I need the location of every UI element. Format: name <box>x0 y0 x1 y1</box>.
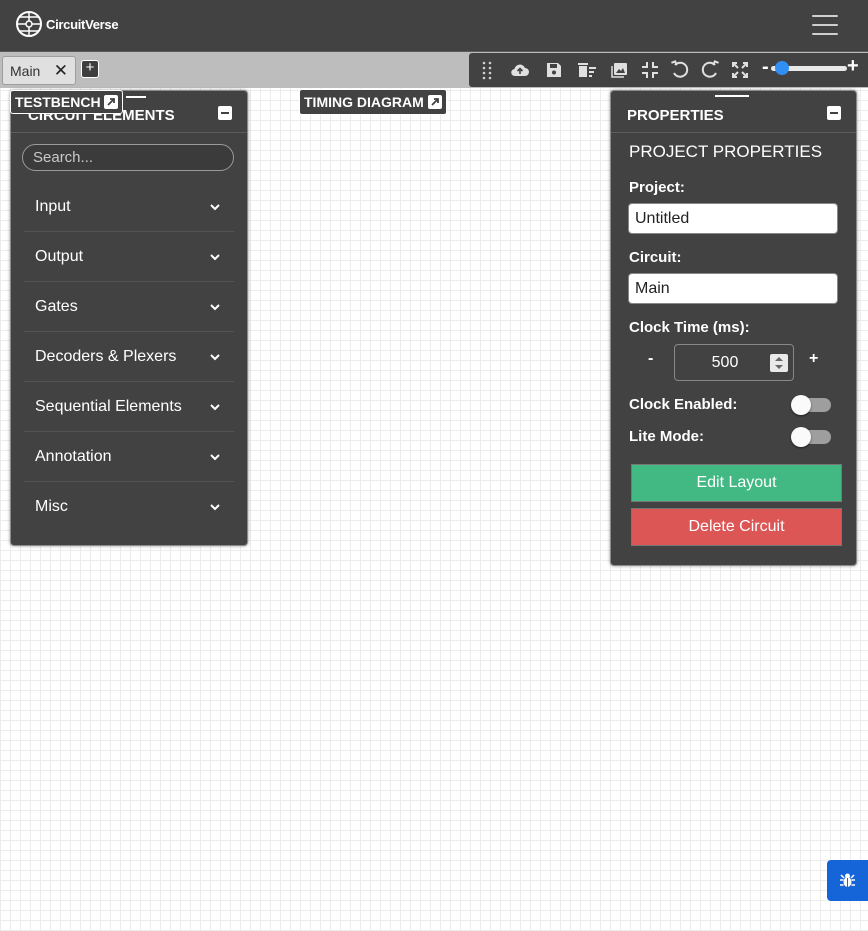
redo-icon[interactable] <box>700 60 720 80</box>
chevron-down-icon <box>210 304 220 311</box>
category-misc[interactable]: Misc <box>24 482 234 532</box>
chevron-down-icon <box>210 404 220 411</box>
spinner-arrows-icon[interactable] <box>770 354 788 372</box>
properties-drag-handle[interactable] <box>715 95 749 97</box>
category-label: Input <box>35 198 71 215</box>
chevron-down-icon <box>210 354 220 361</box>
open-external-icon <box>427 95 442 109</box>
zoom-slider-thumb[interactable] <box>775 61 789 75</box>
bug-icon <box>840 873 855 887</box>
testbench-drag-handle[interactable] <box>126 96 146 98</box>
cloud-upload-icon[interactable] <box>510 60 530 80</box>
open-external-icon <box>103 95 118 109</box>
category-label: Output <box>35 248 84 265</box>
clock-time-value: 500 <box>711 354 739 371</box>
chevron-down-icon <box>210 254 220 261</box>
category-input[interactable]: Input <box>24 182 234 232</box>
lite-mode-label: Lite Mode: <box>629 428 704 445</box>
circuitverse-logo-icon <box>16 11 42 37</box>
plus-icon: + <box>85 59 95 76</box>
category-list: Input Output Gates Decoders & Plexers Se… <box>24 182 234 532</box>
category-decoders-plexers[interactable]: Decoders & Plexers <box>24 332 234 382</box>
delete-circuit-button[interactable]: Delete Circuit <box>631 508 842 546</box>
chevron-down-icon <box>210 454 220 461</box>
category-label: Decoders & Plexers <box>35 348 177 365</box>
report-bug-button[interactable] <box>827 860 868 901</box>
clock-enabled-label: Clock Enabled: <box>629 396 738 413</box>
category-label: Annotation <box>35 448 112 465</box>
clock-decrement-button[interactable]: - <box>648 350 653 368</box>
project-label: Project: <box>629 179 685 196</box>
category-output[interactable]: Output <box>24 232 234 282</box>
circuit-elements-panel: CIRCUIT ELEMENTS Input Output Gates Deco… <box>10 90 248 546</box>
fit-screen-icon[interactable] <box>640 60 660 80</box>
timing-diagram-label: TIMING DIAGRAM <box>304 94 424 110</box>
logo-text: CircuitVerse <box>46 16 119 32</box>
category-annotation[interactable]: Annotation <box>24 432 234 482</box>
search-input[interactable] <box>22 144 234 171</box>
category-label: Misc <box>35 498 68 515</box>
category-gates[interactable]: Gates <box>24 282 234 332</box>
image-icon[interactable] <box>610 60 630 80</box>
tab-label: Main <box>10 62 41 79</box>
minimize-icon[interactable] <box>218 106 232 120</box>
zoom-in-button[interactable]: + <box>847 55 859 78</box>
project-properties-heading: PROJECT PROPERTIES <box>629 142 823 161</box>
lite-mode-toggle[interactable] <box>791 427 831 447</box>
circuit-name-input[interactable] <box>628 273 838 304</box>
category-sequential-elements[interactable]: Sequential Elements <box>24 382 234 432</box>
panel-header[interactable]: PROPERTIES <box>611 91 856 133</box>
logo[interactable]: CircuitVerse <box>14 9 119 39</box>
category-label: Sequential Elements <box>35 398 182 415</box>
tab-main[interactable]: Main ✕ <box>2 56 76 85</box>
testbench-button[interactable]: TESTBENCH <box>10 90 123 114</box>
project-name-input[interactable] <box>628 203 838 234</box>
delete-all-icon[interactable] <box>577 60 597 80</box>
properties-panel: PROPERTIES PROJECT PROPERTIES Project: C… <box>610 90 857 566</box>
hamburger-menu-icon[interactable] <box>812 15 838 35</box>
clock-increment-button[interactable]: + <box>809 350 818 368</box>
zoom-out-button[interactable]: - <box>762 56 769 79</box>
add-tab-button[interactable]: + <box>81 60 99 78</box>
panel-title: PROPERTIES <box>627 107 724 124</box>
timing-diagram-button[interactable]: TIMING DIAGRAM <box>299 89 447 115</box>
category-label: Gates <box>35 298 78 315</box>
clock-time-label: Clock Time (ms): <box>629 319 750 336</box>
drag-handle-icon[interactable] <box>477 60 497 80</box>
fullscreen-icon[interactable] <box>730 60 750 80</box>
testbench-label: TESTBENCH <box>15 94 101 110</box>
close-icon[interactable]: ✕ <box>54 62 68 79</box>
navbar: CircuitVerse <box>0 0 868 52</box>
circuit-label: Circuit: <box>629 249 682 266</box>
minimize-icon[interactable] <box>827 106 841 120</box>
chevron-down-icon <box>210 204 220 211</box>
undo-icon[interactable] <box>670 60 690 80</box>
clock-enabled-toggle[interactable] <box>791 395 831 415</box>
edit-layout-button[interactable]: Edit Layout <box>631 464 842 502</box>
clock-time-input[interactable]: 500 <box>674 344 794 381</box>
toolbar: - + <box>469 53 868 87</box>
chevron-down-icon <box>210 504 220 511</box>
save-icon[interactable] <box>544 60 564 80</box>
